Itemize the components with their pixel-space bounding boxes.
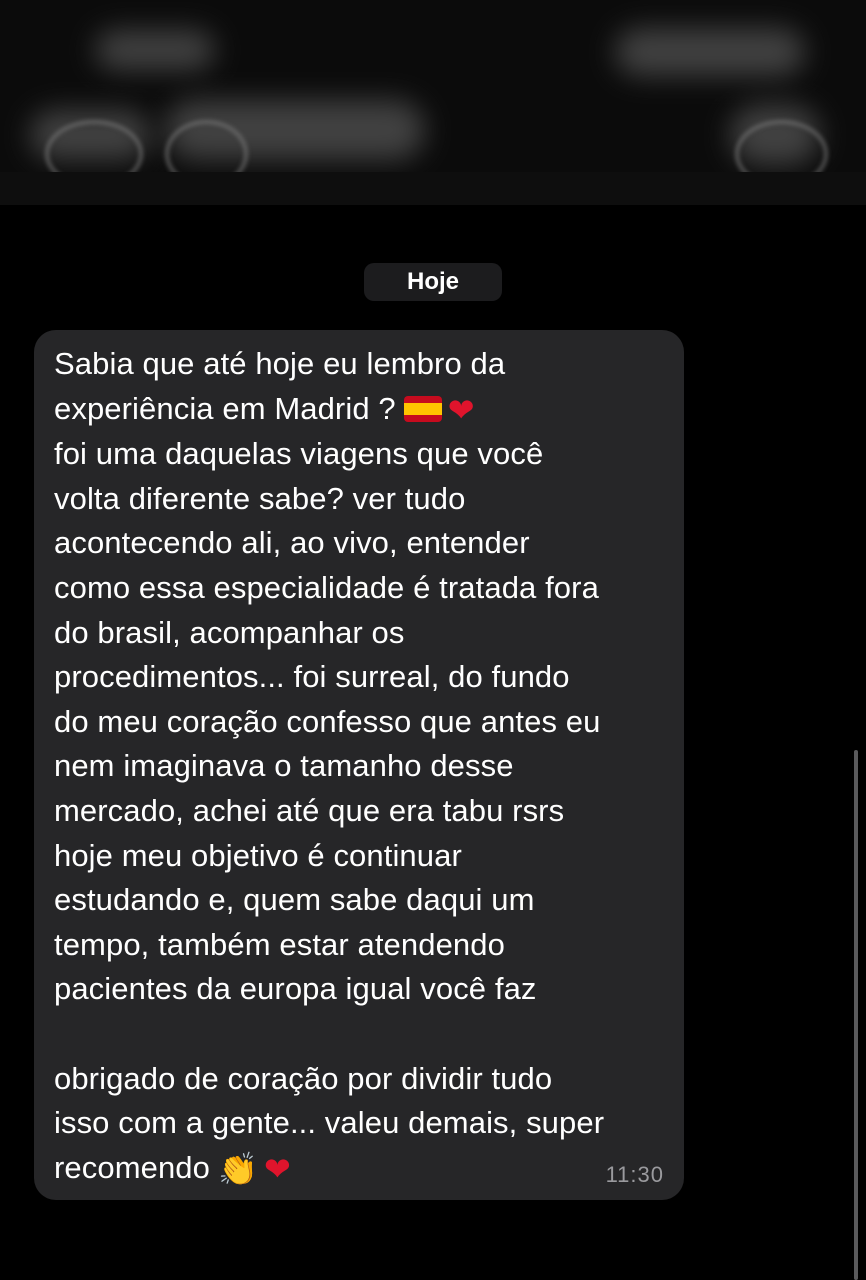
message-timestamp: 11:30	[605, 1162, 664, 1187]
incoming-message-bubble[interactable]: Sabia que até hoje eu lembro da experiên…	[34, 330, 684, 1200]
message-line: isso com a gente... valeu demais, super	[54, 1105, 605, 1141]
message-line: hoje meu objetivo é continuar	[54, 837, 462, 873]
date-separator-chip: Hoje	[364, 263, 502, 301]
scrollbar[interactable]	[854, 750, 858, 1280]
message-line: estudando e, quem sabe daqui um	[54, 882, 535, 918]
message-line: do brasil, acompanhar os	[54, 614, 405, 650]
message-line: nem imaginava o tamanho desse	[54, 748, 514, 784]
header-bottom-band	[0, 172, 866, 205]
clapping-hands-icon: 👏	[218, 1150, 258, 1187]
message-line: tempo, também estar atendendo	[54, 926, 505, 962]
message-line: procedimentos... foi surreal, do fundo	[54, 659, 570, 695]
message-line: mercado, achei até que era tabu rsrs	[54, 792, 565, 828]
message-line: obrigado de coração por dividir tudo	[54, 1060, 553, 1096]
message-line: Sabia que até hoje eu lembro da	[54, 346, 506, 381]
spain-flag-icon	[403, 395, 442, 422]
message-line: do meu coração confesso que antes eu	[54, 703, 601, 739]
message-line: acontecendo ali, ao vivo, entender	[54, 525, 530, 561]
message-line: recomendo 👏 ❤	[54, 1146, 664, 1192]
message-line: como essa especialidade é tratada fora	[54, 569, 599, 605]
red-heart-icon: ❤	[263, 1150, 291, 1187]
blurred-back-label	[95, 30, 215, 70]
message-line: experiência em Madrid ? ❤	[54, 387, 664, 433]
chat-header-blurred	[0, 0, 866, 205]
message-line: pacientes da europa igual você faz	[54, 971, 537, 1007]
chat-screen: Hoje Sabia que até hoje eu lembro da exp…	[0, 0, 866, 1280]
message-line: volta diferente sabe? ver tudo	[54, 480, 466, 516]
blurred-header-action	[615, 28, 805, 76]
red-heart-icon: ❤	[447, 391, 475, 428]
message-line: foi uma daquelas viagens que você	[54, 436, 544, 472]
